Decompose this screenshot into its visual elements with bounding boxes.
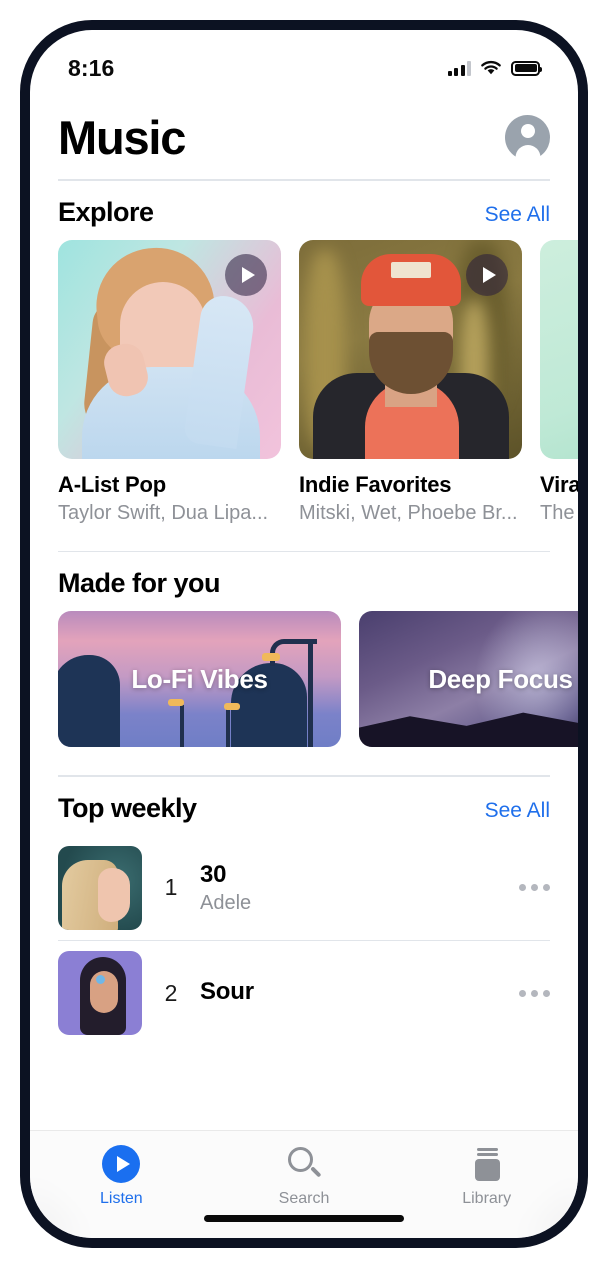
track-artwork: [58, 951, 142, 1035]
explore-card-artwork[interactable]: [540, 239, 578, 459]
explore-section-header: Explore See All: [30, 181, 578, 240]
tab-library-label: Library: [462, 1190, 512, 1207]
track-rank: 1: [164, 874, 178, 900]
explore-card[interactable]: Viral Hits The Weeknd...: [540, 239, 578, 525]
tab-listen-label: Listen: [99, 1190, 143, 1207]
battery-full-icon: [511, 60, 542, 76]
explore-card[interactable]: A-List Pop Taylor Swift, Dua Lipa...: [58, 239, 281, 525]
account-avatar-icon[interactable]: [505, 115, 550, 160]
made-for-you-card[interactable]: Deep Focus: [359, 611, 578, 747]
top-weekly-section-header: Top weekly See All: [30, 777, 578, 836]
explore-card-subtitle: The Weeknd...: [540, 501, 578, 524]
table-row[interactable]: 1 30 Adele: [30, 836, 578, 940]
made-for-you-carousel[interactable]: Lo-Fi Vibes Deep Focus: [30, 611, 578, 747]
track-meta: 30 Adele: [200, 861, 509, 915]
track-artwork: [58, 845, 142, 930]
home-indicator[interactable]: [204, 1215, 404, 1222]
explore-see-all-link[interactable]: See All: [485, 203, 550, 227]
explore-card-title: Indie Favorites: [299, 471, 452, 497]
explore-carousel[interactable]: A-List Pop Taylor Swift, Dua Lipa... Ind…: [30, 239, 578, 525]
explore-card-artwork[interactable]: [299, 239, 522, 459]
explore-card-subtitle: Taylor Swift, Dua Lipa...: [58, 501, 269, 524]
explore-card-title: A-List Pop: [58, 471, 166, 497]
explore-card[interactable]: Indie Favorites Mitski, Wet, Phoebe Br..…: [299, 239, 522, 525]
status-bar: 8:16: [30, 30, 578, 92]
status-bar-icons: [447, 60, 542, 76]
track-artist: Adele: [200, 891, 252, 914]
track-name: Sour: [200, 977, 254, 1005]
top-weekly-title: Top weekly: [58, 792, 197, 823]
phone-frame: 8:16 Music Explore See All A-List Pop Ta…: [20, 20, 588, 1248]
status-bar-time: 8:16: [68, 54, 115, 81]
explore-card-subtitle: Mitski, Wet, Phoebe Br...: [299, 501, 518, 524]
made-for-you-section-header: Made for you: [30, 552, 578, 611]
tab-search[interactable]: Search: [213, 1145, 396, 1208]
wifi-icon: [481, 60, 501, 75]
table-row[interactable]: 2 Sour: [30, 941, 578, 1045]
made-for-you-card-label: Lo-Fi Vibes: [131, 663, 268, 694]
app-header: Music: [30, 92, 578, 179]
more-horizontal-icon[interactable]: [509, 989, 550, 997]
phone-screen: 8:16 Music Explore See All A-List Pop Ta…: [30, 30, 578, 1238]
top-weekly-see-all-link[interactable]: See All: [485, 799, 550, 823]
library-books-icon: [468, 1145, 506, 1183]
scroll-content[interactable]: Music Explore See All A-List Pop Taylor: [30, 92, 578, 1238]
tab-listen[interactable]: Listen: [30, 1145, 213, 1208]
explore-card-artwork[interactable]: [58, 239, 281, 459]
more-horizontal-icon[interactable]: [509, 884, 550, 891]
track-rank: 2: [164, 979, 178, 1006]
play-icon[interactable]: [466, 253, 508, 296]
tab-search-label: Search: [278, 1190, 330, 1207]
track-meta: Sour: [200, 978, 509, 1009]
made-for-you-card[interactable]: Lo-Fi Vibes: [58, 611, 341, 747]
explore-title: Explore: [58, 196, 154, 227]
made-for-you-card-label: Deep Focus: [428, 663, 573, 694]
made-for-you-title: Made for you: [58, 568, 221, 598]
tab-library[interactable]: Library: [395, 1145, 578, 1208]
page-title: Music: [58, 111, 186, 164]
search-icon: [285, 1145, 323, 1183]
cellular-bars-icon: [447, 60, 471, 76]
play-circle-icon: [102, 1145, 141, 1183]
play-icon[interactable]: [225, 253, 267, 296]
track-name: 30: [200, 860, 227, 888]
explore-card-title: Viral Hits: [540, 471, 578, 497]
